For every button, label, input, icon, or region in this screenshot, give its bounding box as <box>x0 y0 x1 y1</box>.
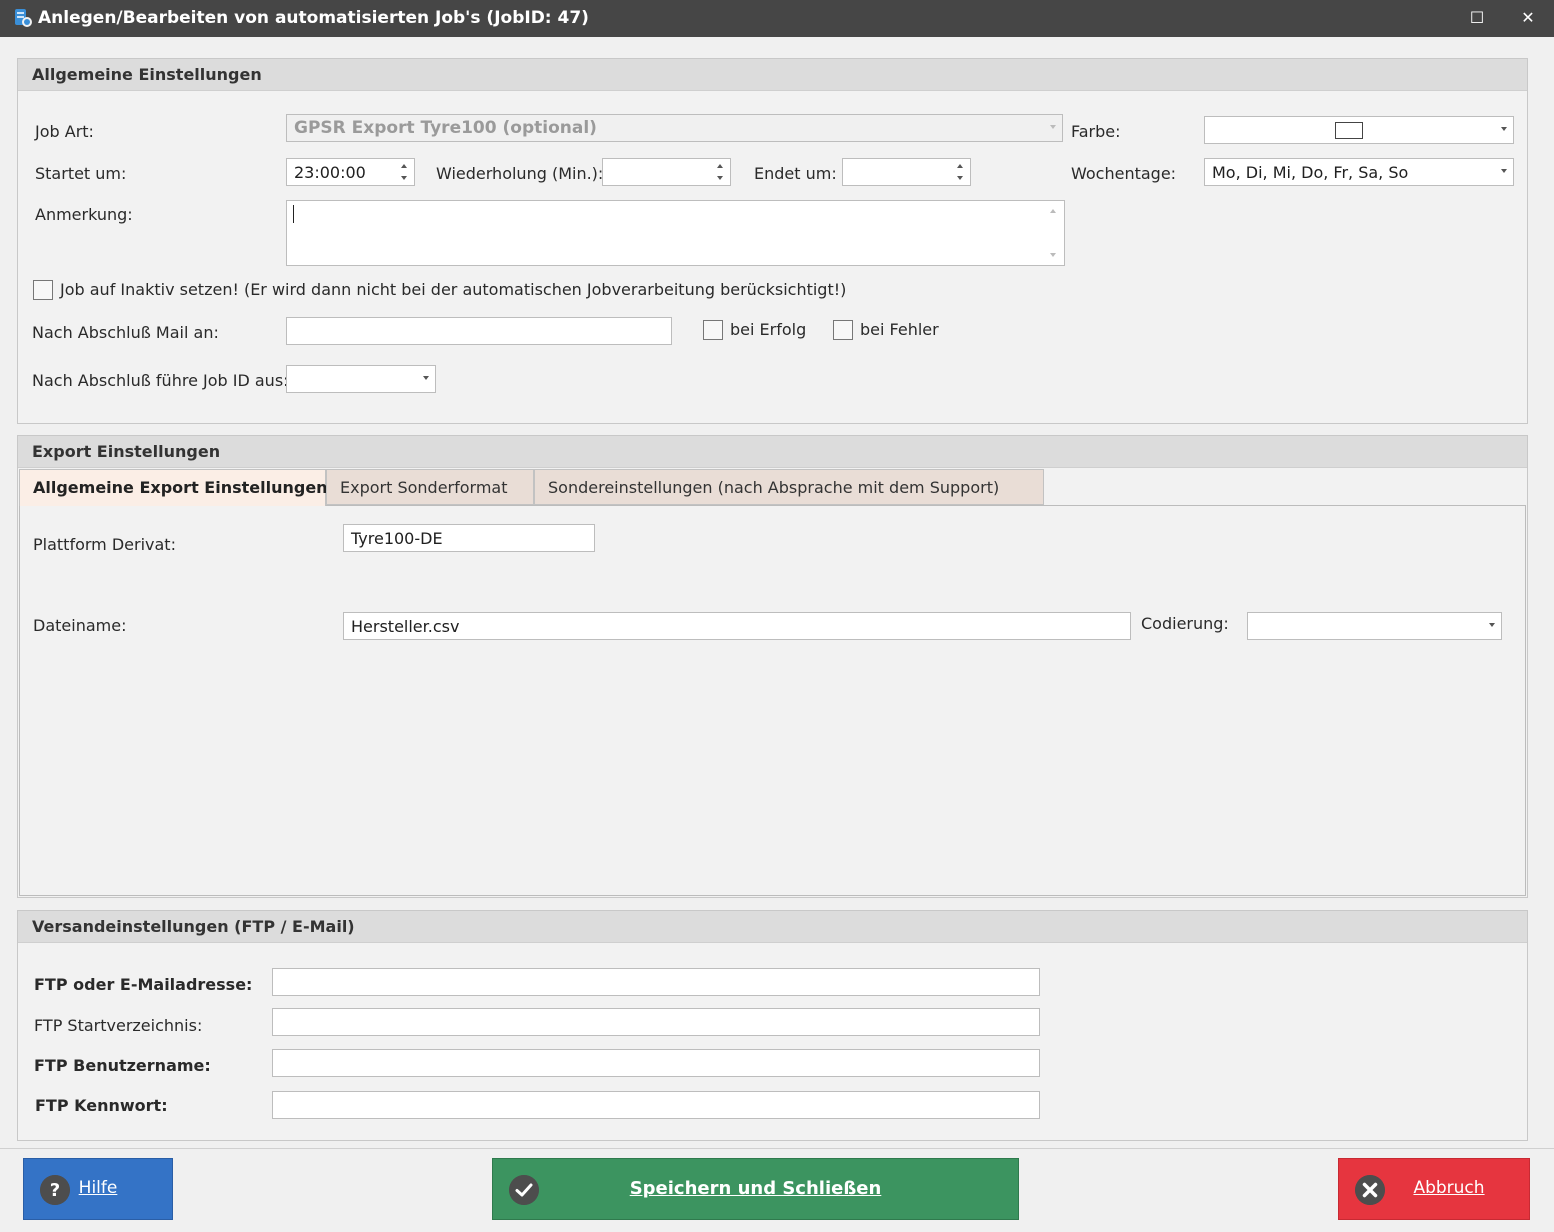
plattform-label: Plattform Derivat: <box>33 535 176 554</box>
color-swatch <box>1335 122 1363 139</box>
dateiname-label: Dateiname: <box>33 616 127 635</box>
maximize-button[interactable]: ☐ <box>1462 6 1492 30</box>
scroll-down-icon[interactable] <box>1050 253 1056 257</box>
general-settings-header: Allgemeine Einstellungen <box>18 59 1527 91</box>
scroll-up-icon[interactable] <box>1050 209 1056 213</box>
save-close-button[interactable]: Speichern und Schließen <box>492 1158 1019 1220</box>
followup-label: Nach Abschluß führe Job ID aus: <box>32 371 289 390</box>
job-art-label: Job Art: <box>35 122 94 141</box>
farbe-label: Farbe: <box>1071 122 1121 141</box>
dateiname-input[interactable]: Hersteller.csv <box>343 612 1131 640</box>
codierung-dropdown[interactable] <box>1247 612 1502 640</box>
ftp-pass-label: FTP Kennwort: <box>35 1096 168 1115</box>
close-window-button[interactable]: ✕ <box>1513 6 1543 30</box>
wiederholung-input[interactable] <box>602 158 731 186</box>
ftp-address-input[interactable] <box>272 968 1040 996</box>
ftp-dir-input[interactable] <box>272 1008 1040 1036</box>
svg-text:?: ? <box>50 1180 60 1201</box>
export-settings-header: Export Einstellungen <box>18 436 1527 468</box>
tab-export-sonderformat[interactable]: Export Sonderformat <box>326 469 534 505</box>
app-database-icon <box>15 9 32 27</box>
bei-erfolg-label: bei Erfolg <box>730 320 807 339</box>
chevron-down-icon <box>1489 623 1495 627</box>
anmerkung-textarea[interactable] <box>286 200 1065 266</box>
general-settings-title: Allgemeine Einstellungen <box>32 65 262 84</box>
footer-divider <box>0 1148 1554 1149</box>
endet-label: Endet um: <box>754 164 837 183</box>
ftp-user-input[interactable] <box>272 1049 1040 1077</box>
startet-value: 23:00:00 <box>294 163 366 182</box>
ftp-dir-label: FTP Startverzeichnis: <box>34 1016 203 1035</box>
codierung-label: Codierung: <box>1141 614 1229 633</box>
export-tab-panel <box>19 505 1526 896</box>
export-settings-title: Export Einstellungen <box>32 442 221 461</box>
plattform-input[interactable]: Tyre100-DE <box>343 524 595 552</box>
plattform-value: Tyre100-DE <box>351 529 443 548</box>
spin-buttons[interactable] <box>956 161 966 183</box>
versand-settings-title: Versandeinstellungen (FTP / E-Mail) <box>32 917 355 936</box>
versand-settings-header: Versandeinstellungen (FTP / E-Mail) <box>18 911 1527 943</box>
ftp-pass-input[interactable] <box>272 1091 1040 1119</box>
bei-fehler-checkbox[interactable] <box>833 320 853 340</box>
farbe-color-picker[interactable] <box>1204 116 1514 144</box>
text-cursor <box>293 205 294 223</box>
ftp-user-label: FTP Benutzername: <box>34 1056 211 1075</box>
window-title: Anlegen/Bearbeiten von automatisierten J… <box>38 8 589 28</box>
tab-sondereinstellungen[interactable]: Sondereinstellungen (nach Absprache mit … <box>534 469 1044 505</box>
chevron-down-icon <box>1501 169 1507 173</box>
chevron-down-icon <box>423 376 429 380</box>
wochentage-value: Mo, Di, Mi, Do, Fr, Sa, So <box>1212 163 1409 182</box>
chevron-down-icon <box>1050 125 1056 129</box>
dateiname-value: Hersteller.csv <box>351 617 460 636</box>
mail-input[interactable] <box>286 317 672 345</box>
anmerkung-label: Anmerkung: <box>35 205 133 224</box>
save-close-label: Speichern und Schließen <box>629 1178 882 1199</box>
bei-erfolg-checkbox[interactable] <box>703 320 723 340</box>
spin-buttons[interactable] <box>400 161 410 183</box>
chevron-down-icon <box>1501 127 1507 131</box>
title-bar: Anlegen/Bearbeiten von automatisierten J… <box>0 0 1554 37</box>
ftp-address-label: FTP oder E-Mailadresse: <box>34 975 253 994</box>
inaktiv-checkbox[interactable] <box>33 280 53 300</box>
cancel-button[interactable]: Abbruch <box>1338 1158 1530 1220</box>
cancel-label: Abbruch <box>1413 1178 1485 1198</box>
help-label: Hilfe <box>78 1178 118 1198</box>
startet-label: Startet um: <box>35 164 127 183</box>
endet-time-input[interactable] <box>842 158 971 186</box>
job-art-value: GPSR Export Tyre100 (optional) <box>294 118 597 138</box>
question-icon: ? <box>40 1175 70 1205</box>
wochentage-label: Wochentage: <box>1071 164 1177 183</box>
mail-label: Nach Abschluß Mail an: <box>32 323 219 342</box>
followup-job-dropdown[interactable] <box>286 365 436 393</box>
spin-buttons[interactable] <box>716 161 726 183</box>
tab-allgemeine-export[interactable]: Allgemeine Export Einstellungen <box>19 469 328 506</box>
job-art-dropdown: GPSR Export Tyre100 (optional) <box>286 114 1063 142</box>
bei-fehler-label: bei Fehler <box>860 320 939 339</box>
inaktiv-label: Job auf Inaktiv setzen! (Er wird dann ni… <box>60 280 847 299</box>
startet-time-input[interactable]: 23:00:00 <box>286 158 415 186</box>
help-button[interactable]: ? Hilfe <box>23 1158 173 1220</box>
wiederholung-label: Wiederholung (Min.): <box>436 164 604 183</box>
wochentage-dropdown[interactable]: Mo, Di, Mi, Do, Fr, Sa, So <box>1204 158 1514 186</box>
